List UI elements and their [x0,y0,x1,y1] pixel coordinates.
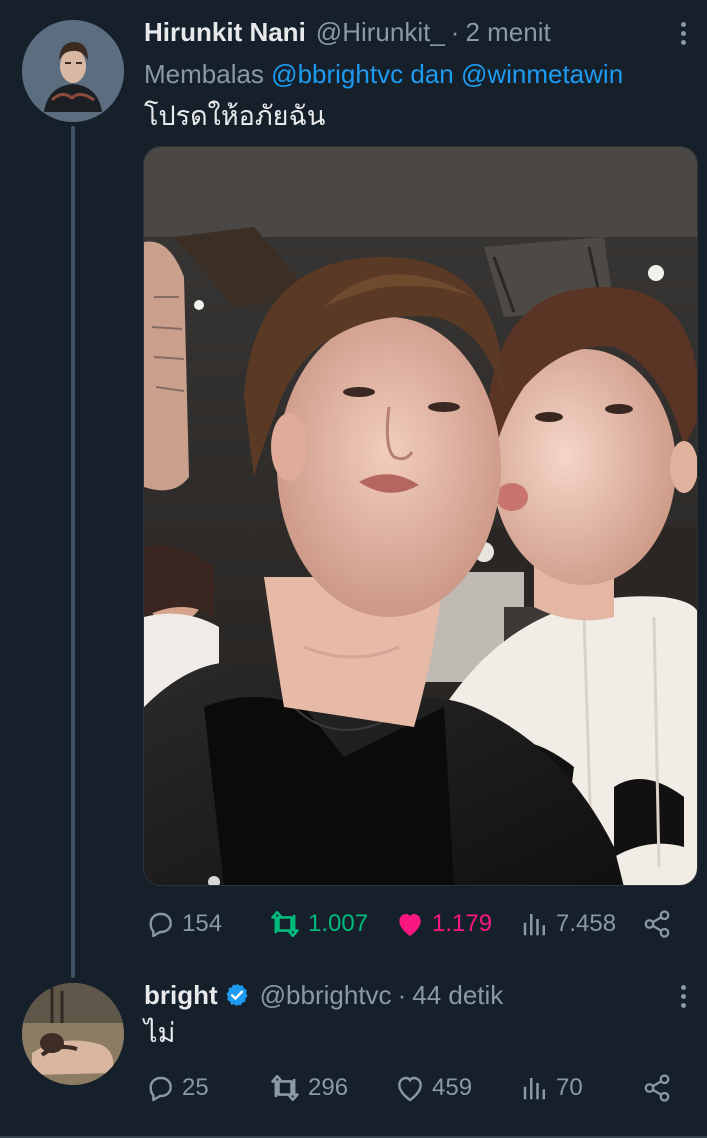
view-count: 70 [556,1074,583,1101]
views-button[interactable]: 70 [520,1068,583,1108]
tweet-actions: 154 1.007 1.179 7.458 [144,904,684,944]
views-icon [523,1078,545,1100]
selfie-photo-image [144,147,697,885]
avatar-bright[interactable] [22,983,124,1085]
verified-badge-icon [226,983,248,1007]
tweet-actions: 25 296 459 70 [144,1068,684,1108]
tweet-header: bright @bbrightvc · 44 detik [144,978,503,1012]
tweet-text: โปรดให้อภัยฉัน [144,101,326,131]
reply-icon [149,1076,172,1102]
mention-winmetawin[interactable]: @winmetawin [461,59,623,89]
like-icon [399,914,421,936]
avatar-bright-image [22,983,124,1085]
reply-button[interactable]: 25 [144,1068,209,1108]
user-handle[interactable]: @bbrightvc [260,978,392,1012]
reply-icon [149,912,172,938]
share-icon [644,910,670,938]
retweet-icon [271,910,299,938]
thread-connector-line [71,126,75,978]
retweet-count: 1.007 [308,910,369,937]
mention-conjunction: dan [410,59,454,89]
like-count: 459 [432,1074,473,1101]
like-button[interactable]: 459 [394,1068,472,1108]
separator-dot: · [397,980,407,1010]
more-icon[interactable] [679,985,687,1008]
separator-dot: · [450,17,460,47]
like-icon [398,1076,422,1102]
share-icon [644,1074,670,1102]
tweet-photo[interactable] [143,146,698,886]
tweet-thread: Hirunkit Nani @Hirunkit_ · 2 menit Memba… [0,0,707,1138]
like-count: 1.179 [432,910,493,937]
share-button[interactable] [642,904,672,944]
user-handle[interactable]: @Hirunkit_ [316,15,445,49]
avatar-hirunkit-image [22,20,124,122]
timestamp[interactable]: 44 detik [412,978,503,1012]
retweet-button[interactable]: 1.007 [268,904,368,944]
like-button[interactable]: 1.179 [394,904,492,944]
mention-bbrightvc[interactable]: @bbrightvc [271,59,403,89]
views-icon [523,914,545,936]
timestamp[interactable]: 2 menit [465,15,550,49]
retweet-icon [271,1074,299,1102]
reply-count: 25 [182,1074,209,1101]
display-name[interactable]: Hirunkit Nani [144,15,306,49]
retweet-button[interactable]: 296 [268,1068,348,1108]
display-name[interactable]: bright [144,978,218,1012]
avatar-hirunkit[interactable] [22,20,124,122]
more-icon[interactable] [679,22,687,45]
view-count: 7.458 [556,910,617,937]
retweet-count: 296 [308,1074,349,1101]
reply-button[interactable]: 154 [144,904,222,944]
reply-prefix: Membalas [144,59,264,89]
replying-to: Membalas @bbrightvc dan @winmetawin [144,57,623,91]
reply-count: 154 [182,910,223,937]
share-button[interactable] [642,1068,672,1108]
tweet-header: Hirunkit Nani @Hirunkit_ · 2 menit [144,15,551,49]
tweet-text: ไม่ [144,1018,176,1048]
views-button[interactable]: 7.458 [520,904,616,944]
